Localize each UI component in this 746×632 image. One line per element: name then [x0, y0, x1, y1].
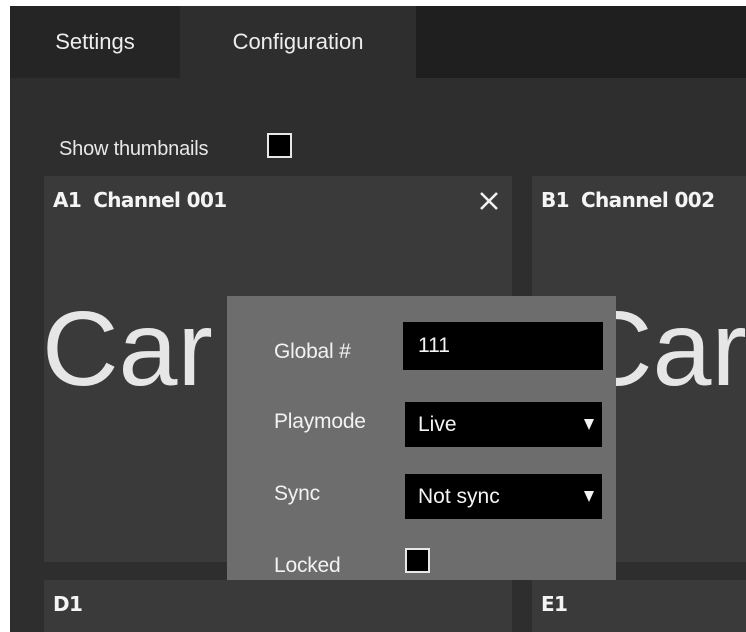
- channel-tile-e1[interactable]: E1: [532, 580, 746, 632]
- channel-tile-d1[interactable]: D1: [44, 580, 512, 632]
- channel-settings-popup: Global # Playmode Live Sync Not sync Loc…: [227, 296, 616, 580]
- tile-slot-label: D1: [53, 592, 83, 616]
- app-window: Settings Configuration Show thumbnails A…: [10, 6, 746, 632]
- chevron-down-icon: [584, 491, 594, 502]
- tile-preview-text: Car: [44, 290, 213, 408]
- global-number-input[interactable]: [403, 322, 603, 370]
- close-icon[interactable]: [476, 188, 502, 214]
- tile-header: A1 Channel 001: [53, 188, 227, 212]
- tile-slot-label: E1: [541, 592, 568, 616]
- tile-slot-label: A1: [53, 188, 82, 212]
- tile-header: E1: [541, 592, 568, 616]
- playmode-value: Live: [418, 413, 457, 436]
- sync-select[interactable]: Not sync: [405, 474, 602, 519]
- sync-value: Not sync: [418, 485, 500, 508]
- tab-bar: Settings Configuration: [10, 6, 746, 78]
- chevron-down-icon: [584, 419, 594, 430]
- locked-label: Locked: [274, 554, 341, 577]
- tab-configuration[interactable]: Configuration: [180, 6, 416, 78]
- show-thumbnails-checkbox[interactable]: [267, 133, 292, 158]
- tile-header: D1: [53, 592, 83, 616]
- tile-channel-name: Channel 001: [93, 188, 227, 212]
- tile-header: B1 Channel 002: [541, 188, 715, 212]
- playmode-label: Playmode: [274, 410, 366, 433]
- sync-label: Sync: [274, 482, 320, 505]
- global-number-label: Global #: [274, 340, 351, 363]
- tile-slot-label: B1: [541, 188, 570, 212]
- playmode-select[interactable]: Live: [405, 402, 602, 447]
- tab-settings[interactable]: Settings: [10, 6, 180, 78]
- show-thumbnails-label: Show thumbnails: [59, 138, 209, 160]
- tile-channel-name: Channel 002: [580, 188, 715, 212]
- locked-checkbox[interactable]: [405, 548, 430, 573]
